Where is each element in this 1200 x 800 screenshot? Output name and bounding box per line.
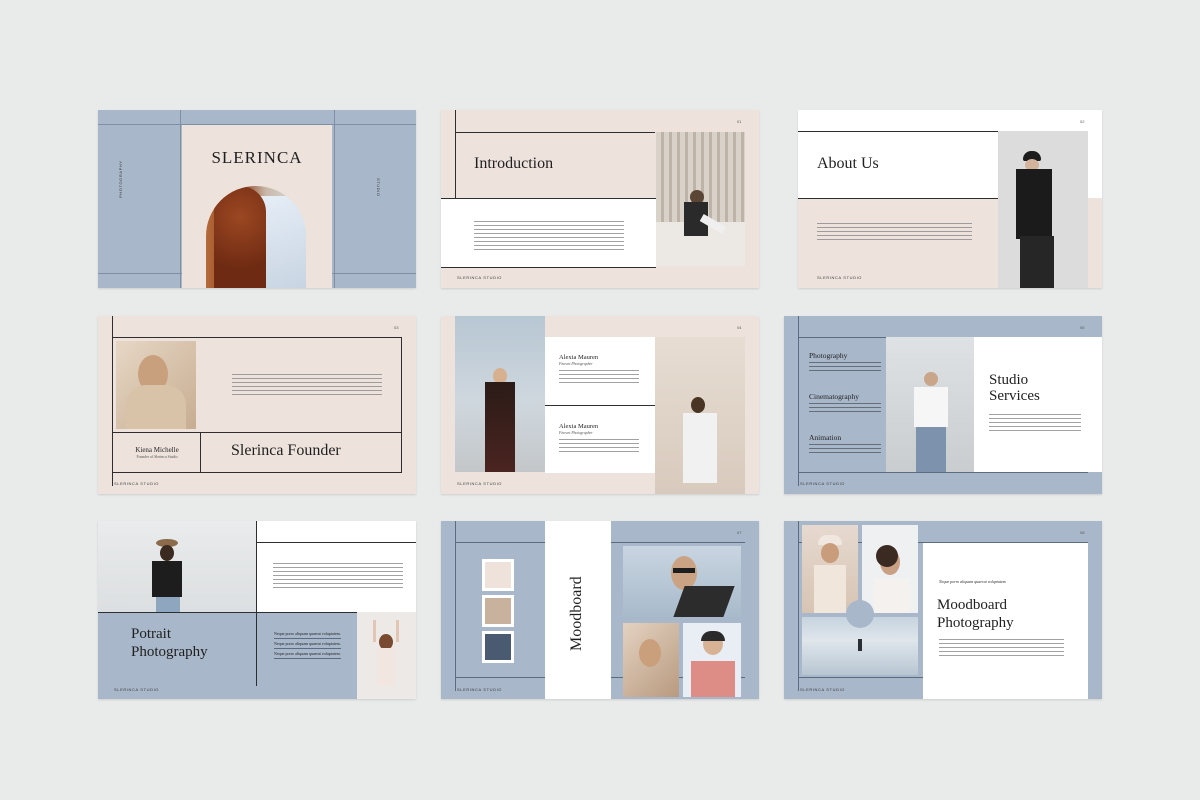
frame-line (455, 521, 456, 691)
slide-moodboard-photography[interactable]: Neque porro aliquam quaerat voluptatem. … (784, 521, 1102, 699)
frame-line-left (180, 110, 181, 288)
services-photo-woman-white-tee (886, 337, 974, 472)
mood-paragraph (939, 639, 1064, 657)
frame-line (798, 131, 998, 132)
slide-studio-services[interactable]: Photography Cinematography Animation Stu… (784, 316, 1102, 494)
service-3-desc (809, 444, 881, 456)
page-number: 02 (1080, 119, 1085, 124)
frame-line (112, 337, 402, 338)
intro-title: Introduction (474, 155, 554, 172)
portrait-photo-woman-hat (98, 521, 256, 612)
slide-team[interactable]: Alexia Mauren Fineart Photographer Alexi… (441, 316, 759, 494)
footer-label: SLERINCA STUDIO (457, 481, 503, 486)
frame-line (112, 432, 402, 433)
mood-kicker: Neque porro aliquam quaerat voluptatem. (939, 579, 1007, 584)
founder-role: Founder of Slerinca Studio (136, 455, 178, 459)
page-number: 05 (1080, 325, 1085, 330)
page-number: 08 (1080, 530, 1085, 535)
cover-title: SLERINCA (211, 148, 303, 167)
footer-label: SLERINCA STUDIO (800, 481, 846, 486)
services-title-line1: Studio (989, 372, 1029, 388)
team-member-1-bio (559, 370, 639, 386)
service-2-desc (809, 403, 881, 415)
slide-introduction[interactable]: Introduction 01 SLERINCA STUDIO (441, 110, 759, 288)
intro-photo-woman-sitting (656, 132, 745, 266)
portrait-title-line2: Photography (131, 644, 208, 660)
about-paragraph (817, 223, 972, 243)
founder-paragraph (232, 374, 382, 398)
cover-vertical-left: PHOTOGRAPHY (118, 160, 123, 198)
service-2-title: Cinematography (809, 392, 859, 401)
portrait-paragraph (273, 563, 403, 589)
portrait-bullet-2: Neque porro aliquam quaerat voluptatem. (274, 641, 341, 649)
slide-portrait-photography[interactable]: Potrait Photography Neque porro aliquam … (98, 521, 416, 699)
frame-line-right (334, 110, 335, 288)
portrait-bullet-3: Neque porro aliquam quaerat voluptatem. (274, 651, 341, 659)
slide-about-us[interactable]: About Us 02 SLERINCA STUDIO (798, 110, 1102, 288)
services-title-box (974, 337, 1102, 472)
moodboard-photo-woman-beige (623, 623, 679, 697)
team-member-1-role: Fineart Photographer (559, 362, 593, 366)
page-number: 03 (394, 325, 399, 330)
color-swatch-light (482, 559, 514, 591)
frame-line (200, 432, 201, 472)
frame-line (798, 472, 1088, 473)
portrait-title-line1: Potrait (131, 626, 171, 642)
team-photo-woman-white-shirt (655, 337, 745, 494)
page-number: 07 (737, 530, 742, 535)
frame-line (455, 110, 456, 198)
frame-line (798, 198, 998, 199)
about-title: About Us (817, 155, 879, 172)
color-swatch-tan (482, 595, 514, 627)
portrait-bullet-1: Neque porro aliquam quaerat voluptatem. (274, 631, 341, 639)
footer-label: SLERINCA STUDIO (457, 275, 503, 280)
frame-line (256, 521, 257, 686)
page-number: 01 (737, 119, 742, 124)
moodboard-vertical-title: Moodboard (568, 576, 585, 651)
moodboard-photo-man-pink-jacket (683, 623, 741, 697)
frame-line (112, 316, 113, 486)
color-swatch-navy (482, 631, 514, 663)
services-paragraph (989, 414, 1081, 434)
frame-line (256, 542, 416, 543)
frame-line (798, 316, 799, 486)
team-member-2-bio (559, 439, 639, 455)
footer-label: SLERINCA STUDIO (817, 275, 863, 280)
footer-label: SLERINCA STUDIO (457, 687, 503, 692)
slide-moodboard[interactable]: Moodboard 07 SLERINCA STUDIO (441, 521, 759, 699)
mood-photo-woman-bucket-hat (802, 525, 858, 613)
mood-center-circle (846, 600, 874, 628)
founder-title: Slerinca Founder (231, 442, 341, 459)
footer-label: SLERINCA STUDIO (800, 687, 846, 692)
page-number: 04 (737, 325, 742, 330)
mood-title-line1: Moodboard (937, 597, 1007, 613)
footer-label: SLERINCA STUDIO (114, 687, 160, 692)
moodboard-photo-woman-sunglasses (623, 546, 741, 617)
mood-title-line2: Photography (937, 615, 1014, 631)
team-photo-woman-floral-dress (455, 316, 545, 472)
slide-founder[interactable]: Kiena Michelle Founder of Slerinca Studi… (98, 316, 416, 494)
service-3-title: Animation (809, 433, 842, 442)
team-member-2-role: Fineart Photographer (559, 431, 593, 435)
founder-name: Kiena Michelle (135, 446, 179, 454)
frame-line (401, 337, 402, 472)
slide-cover[interactable]: SLERINCA PHOTOGRAPHY STUDIO (98, 110, 416, 288)
cover-photo-woman-red-hair (206, 186, 306, 288)
service-1-title: Photography (809, 351, 848, 360)
mood-photo-woman-profile (862, 525, 918, 613)
intro-paragraph (474, 221, 624, 251)
footer-label: SLERINCA STUDIO (114, 481, 160, 486)
about-photo-man-black-hat (998, 131, 1088, 288)
founder-photo-woman-sweater (116, 341, 196, 429)
team-member-2-name: Alexia Mauren (559, 423, 599, 430)
cover-vertical-right: STUDIO (376, 178, 381, 197)
team-member-1-name: Alexia Mauren (559, 354, 599, 361)
frame-line (798, 521, 799, 691)
frame-line (112, 472, 402, 473)
portrait-photo-woman-arms-up (357, 612, 416, 699)
services-title-line2: Services (989, 388, 1040, 404)
service-1-desc (809, 362, 881, 374)
frame-line (455, 132, 655, 133)
